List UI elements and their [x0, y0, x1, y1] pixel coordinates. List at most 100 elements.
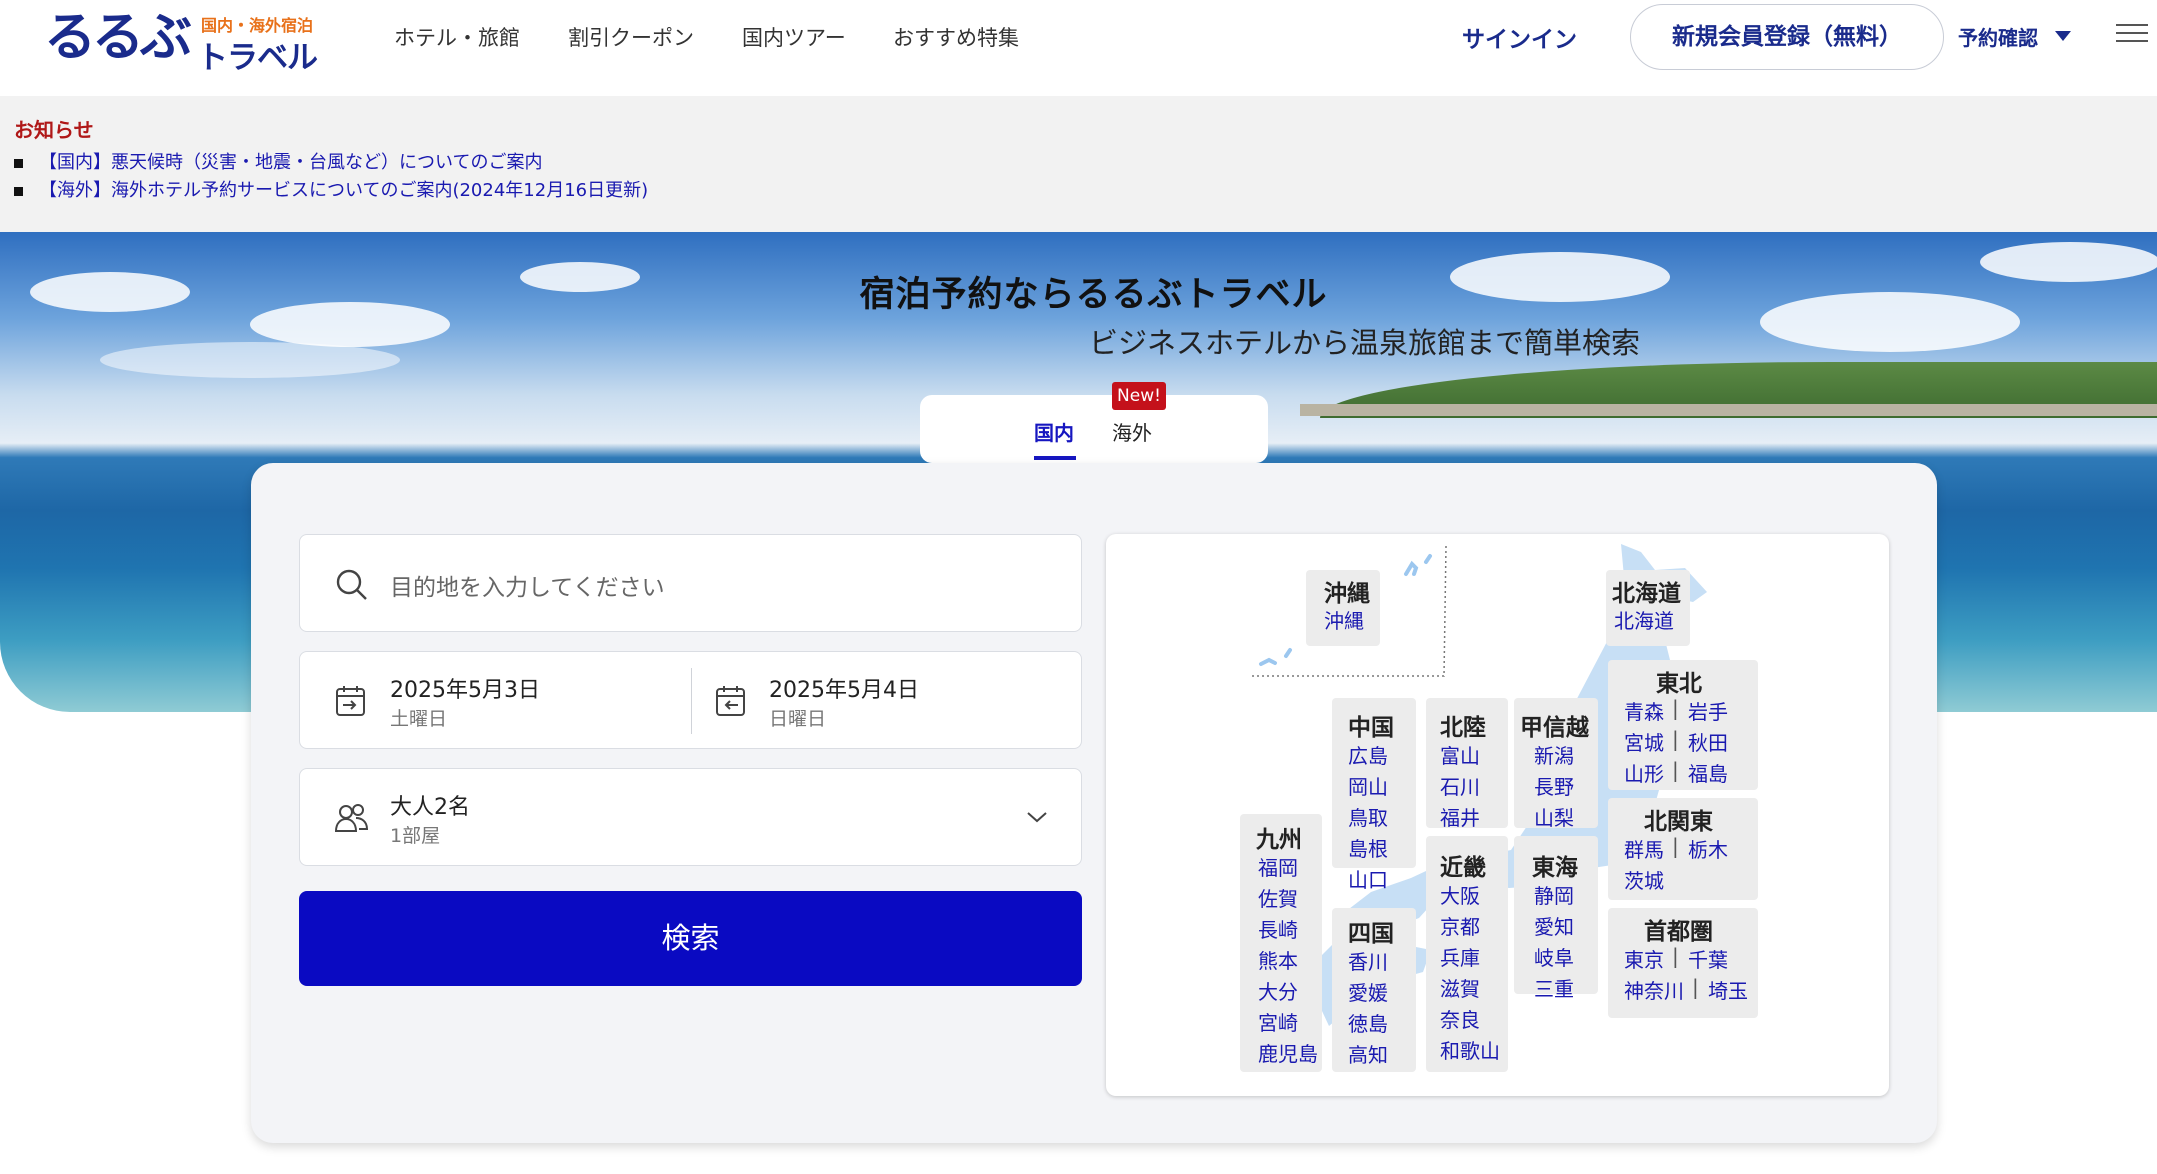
pref-link[interactable]: 鳥取	[1348, 802, 1388, 831]
pref-link[interactable]: 沖縄	[1324, 605, 1364, 634]
pref-link[interactable]: 青森	[1624, 696, 1664, 725]
pref-link[interactable]: 和歌山	[1440, 1035, 1500, 1064]
pref-link[interactable]: 山梨	[1534, 802, 1574, 831]
search-button[interactable]: 検索	[299, 891, 1082, 986]
pref-link[interactable]: 山口	[1348, 864, 1388, 893]
pref-link[interactable]: 長崎	[1258, 914, 1298, 943]
logo-travel: トラベル	[197, 40, 318, 76]
pref-link[interactable]: 福井	[1440, 802, 1480, 831]
nav-coupon[interactable]: 割引クーポン	[568, 22, 694, 52]
pref-link[interactable]: 埼玉	[1708, 975, 1748, 1004]
nav-features[interactable]: おすすめ特集	[893, 22, 1019, 52]
new-badge: New!	[1112, 382, 1166, 410]
region-name-tohoku[interactable]: 東北	[1656, 664, 1702, 698]
tab-domestic[interactable]: 国内	[1034, 417, 1074, 446]
pref-link[interactable]: 栃木	[1688, 834, 1728, 863]
search-tabs: 国内 海外 New!	[920, 382, 1268, 463]
pref-link[interactable]: 岐阜	[1534, 942, 1574, 971]
pref-link[interactable]: 京都	[1440, 911, 1480, 940]
region-name-okinawa[interactable]: 沖縄	[1324, 574, 1370, 608]
pref-link[interactable]: 群馬	[1624, 834, 1664, 863]
pref-link[interactable]: 熊本	[1258, 945, 1298, 974]
pref-link[interactable]: 宮崎	[1258, 1007, 1298, 1036]
rooms-value: 1部屋	[390, 825, 441, 847]
region-name-chugoku[interactable]: 中国	[1348, 708, 1394, 742]
register-button[interactable]: 新規会員登録（無料）	[1630, 4, 1944, 70]
pref-link[interactable]: 千葉	[1688, 944, 1728, 973]
destination-input[interactable]: 目的地を入力してください	[299, 534, 1082, 632]
chevron-down-icon[interactable]	[2055, 31, 2071, 41]
pref-link[interactable]: 長野	[1534, 771, 1574, 800]
pref-link[interactable]: 佐賀	[1258, 883, 1298, 912]
region-name-kitakanto[interactable]: 北関東	[1644, 802, 1713, 836]
region-name-koshinetsu[interactable]: 甲信越	[1520, 708, 1589, 742]
search-icon	[336, 569, 367, 600]
notice-item[interactable]: 【国内】悪天候時（災害・地震・台風など）についてのご案内	[14, 148, 542, 174]
pref-link[interactable]: 富山	[1440, 740, 1480, 769]
pref-link[interactable]: 石川	[1440, 771, 1480, 800]
pref-link[interactable]: 奈良	[1440, 1004, 1480, 1033]
guests-value: 大人2名	[390, 795, 470, 820]
pref-link[interactable]: 徳島	[1348, 1008, 1388, 1037]
region-name-hokuriku[interactable]: 北陸	[1440, 708, 1486, 742]
pref-link[interactable]: 北海道	[1614, 605, 1674, 634]
date-field[interactable]: 2025年5月3日 土曜日 2025年5月4日 日曜日	[299, 651, 1082, 749]
pref-link[interactable]: 静岡	[1534, 880, 1574, 909]
destination-placeholder: 目的地を入力してください	[390, 575, 665, 601]
region-name-tokai[interactable]: 東海	[1532, 848, 1578, 882]
pref-link[interactable]: 愛媛	[1348, 977, 1388, 1006]
pref-link[interactable]: 愛知	[1534, 911, 1574, 940]
pref-link[interactable]: 新潟	[1534, 740, 1574, 769]
region-name-shutoken[interactable]: 首都圏	[1644, 912, 1713, 946]
region-name-shikoku[interactable]: 四国	[1348, 914, 1394, 948]
region-name-hokkaido[interactable]: 北海道	[1612, 574, 1681, 608]
logo-main: るるぶ	[44, 8, 192, 68]
tab-active-indicator	[1034, 456, 1076, 460]
checkout-date[interactable]: 2025年5月4日	[769, 672, 919, 704]
guests-select[interactable]: 大人2名 1部屋	[299, 768, 1082, 866]
pref-link[interactable]: 三重	[1534, 973, 1574, 1002]
pref-link[interactable]: 秋田	[1688, 727, 1728, 756]
calendar-checkin-icon	[336, 686, 365, 716]
pref-link[interactable]: 福岡	[1258, 852, 1298, 881]
pref-link[interactable]: 岩手	[1688, 696, 1728, 725]
nav-domestic-tour[interactable]: 国内ツアー	[742, 22, 846, 52]
checkin-day: 土曜日	[390, 708, 448, 730]
notice-item-text[interactable]: 【海外】海外ホテル予約サービスについてのご案内(2024年12月16日更新)	[39, 180, 648, 201]
notice-title: お知らせ	[14, 118, 94, 142]
site-header: るるぶ 国内・海外宿泊 トラベル ホテル・旅館 割引クーポン 国内ツアー おすす…	[0, 0, 2157, 96]
signin-link[interactable]: サインイン	[1462, 20, 1577, 54]
pref-link[interactable]: 茨城	[1624, 865, 1664, 894]
site-logo[interactable]: るるぶ 国内・海外宿泊 トラベル	[44, 8, 319, 76]
menu-icon[interactable]	[2116, 18, 2148, 48]
pref-link[interactable]: 神奈川	[1624, 975, 1684, 1004]
notice-bar: お知らせ 【国内】悪天候時（災害・地震・台風など）についてのご案内 【海外】海外…	[0, 96, 2157, 232]
pref-link[interactable]: 岡山	[1348, 771, 1388, 800]
checkin-date[interactable]: 2025年5月3日	[390, 672, 540, 704]
pref-link[interactable]: 山形	[1624, 758, 1664, 787]
pref-link[interactable]: 滋賀	[1440, 973, 1480, 1002]
pref-link[interactable]: 大阪	[1440, 880, 1480, 909]
pref-link[interactable]: 広島	[1348, 740, 1388, 769]
pref-link[interactable]: 兵庫	[1440, 942, 1480, 971]
pref-link[interactable]: 福島	[1688, 758, 1728, 787]
reservation-link[interactable]: 予約確認	[1958, 22, 2038, 51]
pref-link[interactable]: 島根	[1348, 833, 1388, 862]
chevron-down-icon[interactable]	[1026, 810, 1048, 824]
tab-overseas[interactable]: 海外	[1112, 417, 1152, 446]
date-divider	[691, 668, 692, 734]
hero-subtitle: ビジネスホテルから温泉旅館まで簡単検索	[1088, 326, 1640, 360]
region-name-kyushu[interactable]: 九州	[1256, 820, 1302, 854]
region-name-kinki[interactable]: 近畿	[1440, 848, 1486, 882]
pref-link[interactable]: 高知	[1348, 1039, 1388, 1068]
pref-link[interactable]: 宮城	[1624, 727, 1664, 756]
pref-link[interactable]: 鹿児島	[1258, 1038, 1318, 1067]
pref-link[interactable]: 大分	[1258, 976, 1298, 1005]
pref-link[interactable]: 香川	[1348, 946, 1388, 975]
hero-title: 宿泊予約ならるるぶトラベル	[859, 275, 1328, 315]
pref-link[interactable]: 東京	[1624, 944, 1664, 973]
nav-hotel[interactable]: ホテル・旅館	[394, 22, 520, 52]
notice-item-text[interactable]: 【国内】悪天候時（災害・地震・台風など）についてのご案内	[39, 152, 542, 173]
notice-item[interactable]: 【海外】海外ホテル予約サービスについてのご案内(2024年12月16日更新)	[14, 176, 648, 202]
bullet-icon	[14, 186, 23, 196]
